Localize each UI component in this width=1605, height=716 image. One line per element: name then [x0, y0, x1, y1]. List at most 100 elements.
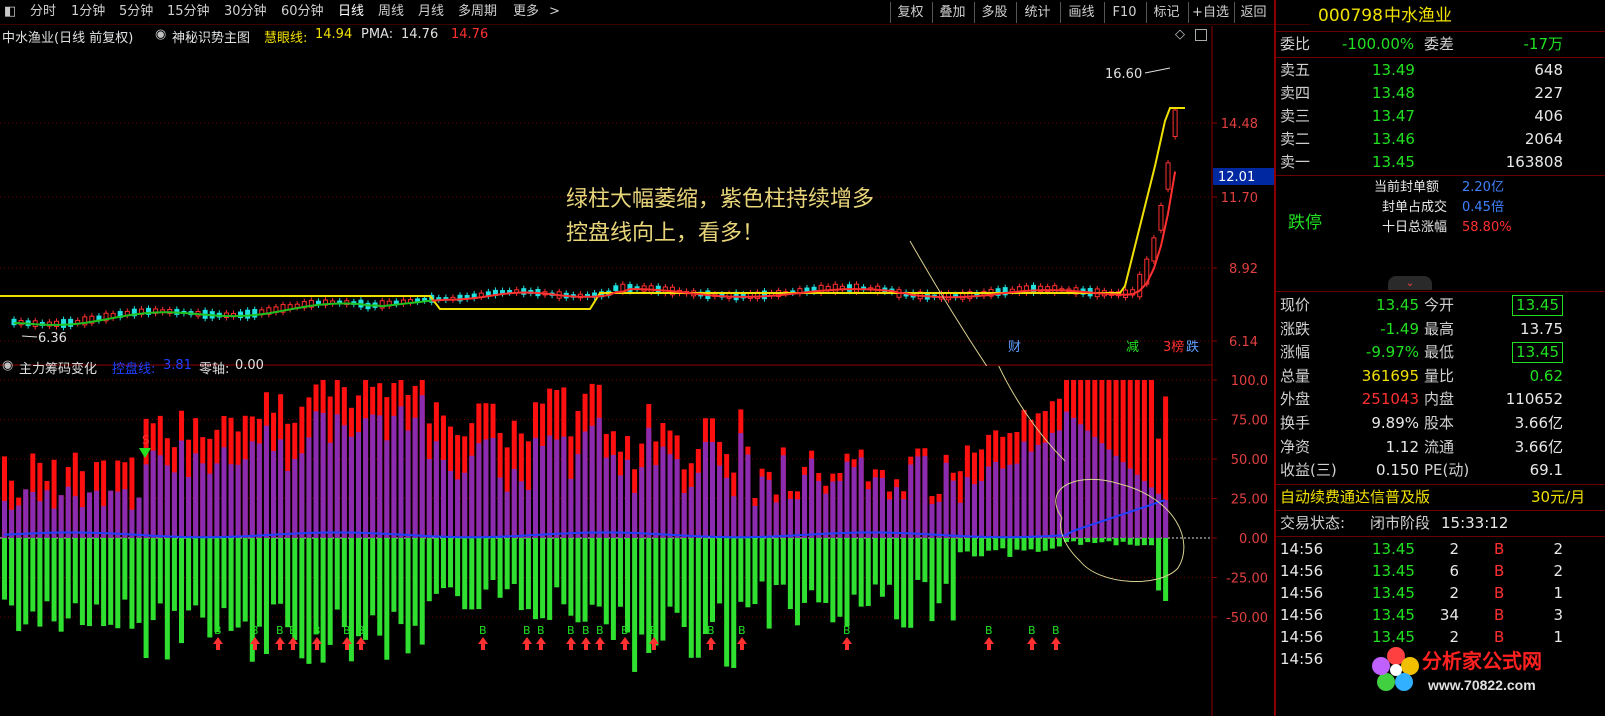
purple-bar	[830, 481, 836, 538]
sub-indicator-name[interactable]: 主力筹码变化	[19, 358, 97, 377]
ask-row[interactable]: 卖四 13.48 227	[1276, 82, 1605, 105]
purple-bar	[993, 461, 999, 538]
indicator-tick-label: 0.00	[1239, 532, 1268, 547]
purple-bar	[667, 454, 673, 538]
buy-arrow-icon	[478, 637, 488, 650]
menu-icon[interactable]: ◧	[4, 3, 16, 21]
purple-bar	[249, 441, 255, 538]
green-bar	[695, 538, 701, 658]
stat-row: 净资 1.12 流通 3.66亿	[1276, 436, 1605, 459]
btn-draw-line[interactable]: 画线	[1060, 2, 1102, 23]
ask-row[interactable]: 卖二 13.46 2064	[1276, 128, 1605, 151]
ad-price[interactable]: 30元/月	[1531, 486, 1585, 509]
green-bar	[787, 538, 793, 610]
green-bar	[193, 538, 199, 606]
purple-bar	[462, 472, 468, 538]
purple-bar	[341, 425, 347, 538]
stat-label-right: 今开	[1424, 296, 1455, 314]
tab-60min[interactable]: 60分钟	[281, 3, 324, 21]
purple-bar	[568, 478, 574, 538]
green-bar	[122, 538, 128, 600]
chip-change-indicator-chart[interactable]: SB B B B B B B B B B B B B B B B B B B B B 100.075.0050.0025…	[0, 366, 1310, 716]
ad-row[interactable]: 自动续费通达信普及版 30元/月	[1276, 486, 1605, 509]
purple-bar	[1127, 468, 1133, 538]
btn-f10[interactable]: F10	[1104, 2, 1144, 23]
green-bar	[525, 538, 531, 610]
tab-5min[interactable]: 5分钟	[119, 3, 153, 21]
chevron-right-icon[interactable]: >	[549, 3, 560, 21]
purple-bar	[490, 437, 496, 538]
diamond-icon[interactable]: ◇	[1175, 27, 1185, 42]
btn-statistics[interactable]: 统计	[1016, 2, 1058, 23]
green-bar	[497, 538, 503, 598]
green-bar	[780, 538, 786, 585]
purple-bar	[483, 439, 489, 538]
btn-back[interactable]: 返回	[1234, 2, 1272, 23]
ad-text[interactable]: 自动续费通达信普及版	[1280, 486, 1430, 509]
purple-bar	[433, 441, 439, 538]
finance-mark-die[interactable]: 跌	[1186, 340, 1199, 356]
purple-bar	[865, 489, 871, 538]
ask-row[interactable]: 卖五 13.49 648	[1276, 59, 1605, 82]
stat-row: 涨跌 -1.49 最高 13.75	[1276, 318, 1605, 341]
finance-mark-cai[interactable]: 财	[1008, 340, 1021, 356]
btn-multi-stock[interactable]: 多股	[974, 2, 1014, 23]
tab-fenshi[interactable]: 分时	[30, 3, 56, 21]
flower-logo-icon	[1372, 647, 1419, 691]
btn-add-watchlist[interactable]: +自选	[1188, 2, 1232, 23]
purple-bar	[1035, 444, 1041, 538]
btn-fuquan[interactable]: 复权	[890, 2, 930, 23]
green-bar	[816, 538, 822, 603]
green-bar	[1120, 538, 1126, 542]
btn-overlay[interactable]: 叠加	[932, 2, 972, 23]
green-bar	[540, 538, 546, 619]
purple-bar	[164, 465, 170, 538]
tab-more[interactable]: 更多	[513, 3, 539, 21]
purple-bar	[610, 454, 616, 538]
zero-axis-value: 0.00	[235, 358, 264, 373]
btn-mark[interactable]: 标记	[1146, 2, 1186, 23]
green-bar	[9, 538, 15, 606]
settings-icon[interactable]: ◉	[2, 358, 13, 373]
purple-bar	[1014, 463, 1020, 538]
purple-bar	[710, 442, 715, 538]
purple-bar	[780, 455, 786, 538]
settings-icon[interactable]: ◉	[155, 27, 166, 42]
finance-mark-jian[interactable]: 减	[1126, 340, 1139, 356]
stat-label-right: 流通	[1424, 437, 1455, 456]
tab-weekly[interactable]: 周线	[378, 3, 404, 21]
purple-bar	[518, 481, 524, 538]
stat-row: 涨幅 -9.97% 最低 13.45	[1276, 341, 1605, 364]
tab-monthly[interactable]: 月线	[418, 3, 444, 21]
tab-daily[interactable]: 日线	[338, 3, 364, 21]
collapse-toggle[interactable]: ⌄	[1388, 276, 1432, 290]
green-bar	[58, 538, 64, 632]
stat-label-right: 最低	[1424, 343, 1455, 362]
indicator-name[interactable]: 神秘识势主图	[172, 27, 250, 46]
tab-30min[interactable]: 30分钟	[224, 3, 267, 21]
maximize-icon[interactable]	[1195, 29, 1207, 41]
purple-bar	[717, 465, 723, 538]
green-bar	[469, 538, 475, 610]
purple-bar	[547, 435, 553, 538]
finance-mark-bang[interactable]: 3榜	[1163, 340, 1184, 356]
tick-side: B	[1494, 540, 1505, 558]
tab-15min[interactable]: 15分钟	[167, 3, 210, 21]
tab-multi-period[interactable]: 多周期	[458, 3, 497, 21]
tick-row: 14:56 13.45 2 B 2	[1276, 538, 1605, 561]
green-bar	[384, 538, 390, 660]
ask-row[interactable]: 卖三 13.47 406	[1276, 105, 1605, 128]
candle	[1031, 284, 1037, 294]
green-bar	[915, 538, 921, 580]
tick-time: 14:56	[1280, 562, 1324, 580]
purple-bar	[1085, 430, 1091, 538]
tab-1min[interactable]: 1分钟	[71, 3, 105, 21]
stat-label-right: 量比	[1424, 366, 1455, 385]
ask-price: 13.46	[1372, 130, 1415, 148]
green-bar	[171, 538, 177, 611]
green-bar	[207, 538, 213, 638]
ask-level-label: 卖三	[1280, 107, 1311, 125]
green-bar	[433, 538, 439, 594]
ask-row[interactable]: 卖一 13.45 163808	[1276, 151, 1605, 174]
green-bar	[1042, 538, 1048, 551]
